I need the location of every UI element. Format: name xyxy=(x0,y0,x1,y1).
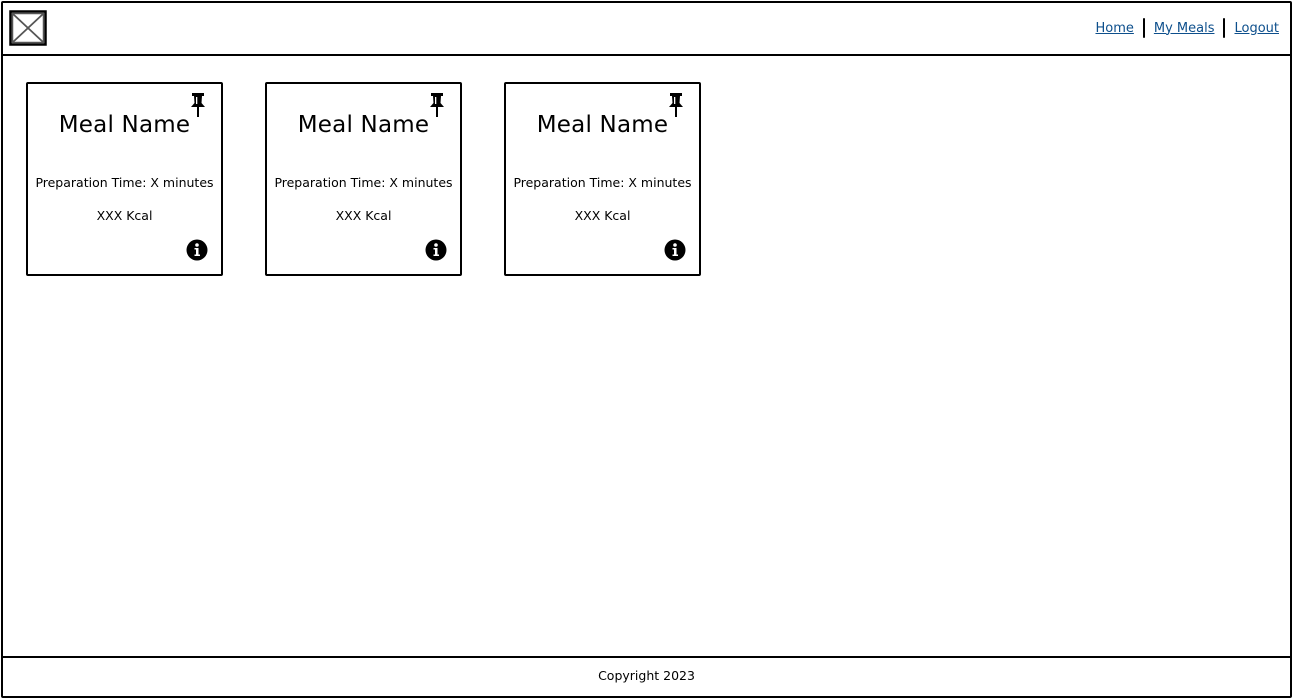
meal-name: Meal Name xyxy=(536,112,669,138)
nav-divider xyxy=(1142,18,1145,38)
nav-link-home[interactable]: Home xyxy=(1095,21,1133,36)
header-bar: Home My Meals Logout xyxy=(3,3,1290,56)
meal-kcal: XXX Kcal xyxy=(574,208,631,223)
app-window: Home My Meals Logout Meal Name Preparati… xyxy=(1,1,1292,698)
meal-card[interactable]: Meal Name Preparation Time: X minutes XX… xyxy=(504,82,701,276)
meal-card[interactable]: Meal Name Preparation Time: X minutes XX… xyxy=(265,82,462,276)
meal-name: Meal Name xyxy=(297,112,430,138)
meal-kcal: XXX Kcal xyxy=(96,208,153,223)
info-icon[interactable] xyxy=(186,239,208,261)
nav-link-my-meals[interactable]: My Meals xyxy=(1154,21,1215,36)
copyright-text: Copyright 2023 xyxy=(598,668,695,683)
image-placeholder-icon[interactable] xyxy=(9,10,47,46)
meal-kcal: XXX Kcal xyxy=(335,208,392,223)
info-icon[interactable] xyxy=(664,239,686,261)
top-nav: Home My Meals Logout xyxy=(1095,18,1279,38)
preparation-time: Preparation Time: X minutes xyxy=(274,175,453,190)
preparation-time: Preparation Time: X minutes xyxy=(35,175,214,190)
info-icon[interactable] xyxy=(425,239,447,261)
nav-link-logout[interactable]: Logout xyxy=(1234,21,1279,36)
preparation-time: Preparation Time: X minutes xyxy=(513,175,692,190)
meal-name: Meal Name xyxy=(58,112,191,138)
nav-divider xyxy=(1223,18,1226,38)
meal-card[interactable]: Meal Name Preparation Time: X minutes XX… xyxy=(26,82,223,276)
footer-bar: Copyright 2023 xyxy=(3,656,1290,696)
